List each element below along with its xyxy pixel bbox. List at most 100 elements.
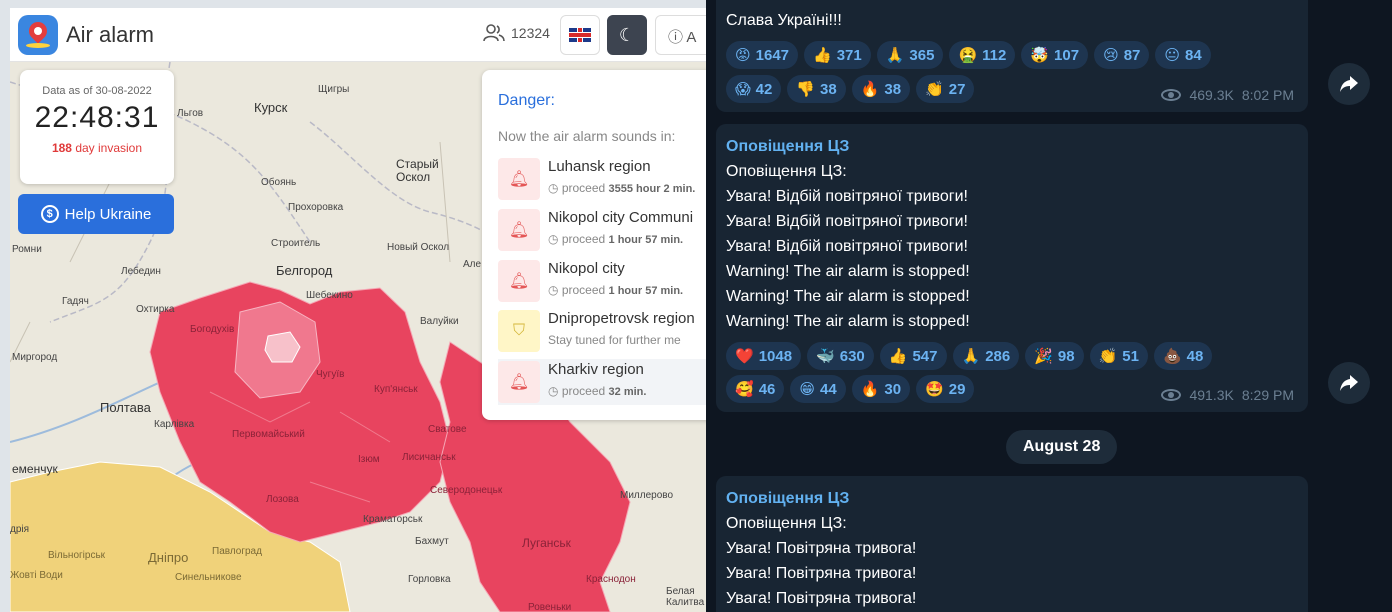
map-label-horlovka: Горловка — [408, 574, 451, 585]
map-label-bakhmut: Бахмут — [415, 536, 449, 547]
reaction-button[interactable]: 👎 38 — [787, 75, 846, 103]
forward-button[interactable] — [1328, 63, 1370, 105]
message-time: 8:02 PM — [1241, 87, 1294, 103]
message-bubble[interactable]: Оповіщення ЦЗ Оповіщення ЦЗ: Увага! Пові… — [716, 476, 1308, 612]
map-label-novy-oskol: Новый Оскол — [387, 242, 450, 253]
help-ukraine-button[interactable]: $ Help Ukraine — [18, 194, 174, 234]
message-text: Увага! Відбій повітряної тривоги! — [726, 238, 968, 255]
message-author: Оповіщення ЦЗ — [726, 490, 850, 507]
alarm-item[interactable]: 🔔︎ Luhansk region ◷ proceed 3555 hour 2 … — [498, 156, 706, 202]
message-meta: 491.3K 8:29 PM — [1161, 387, 1294, 403]
map-label-romny: Ромни — [12, 244, 42, 255]
reaction-button[interactable]: 🤩 29 — [916, 375, 975, 403]
bell-icon: 🔔︎ — [498, 158, 540, 200]
alarm-duration: ◷ proceed 1 hour 57 min. — [548, 283, 684, 297]
map-label-kursk: Курск — [254, 100, 288, 115]
message-text: Warning! The air alarm is stopped! — [726, 263, 970, 280]
air-alarm-app: Air alarm 12324 ☾ ⓘ A Курск Льгов Щигры … — [10, 8, 706, 612]
map-label-lysychansk: Лисичанськ — [402, 452, 456, 463]
about-button[interactable]: ⓘ A — [655, 15, 706, 55]
map-label-zhovti-vody: Жовті Води — [10, 570, 63, 581]
bell-icon: 🔔︎ — [498, 361, 540, 403]
map-label-pavlohrad: Павлоград — [212, 546, 262, 557]
reaction-button[interactable]: 💩 48 — [1153, 342, 1213, 370]
message-text: Увага! Відбій повітряної тривоги! — [726, 188, 968, 205]
reaction-button[interactable]: 👍 371 — [804, 41, 871, 69]
alarm-item[interactable]: 🔔︎ Kharkiv region ◷ proceed 32 min. — [498, 359, 706, 405]
alarm-region-name: Luhansk region — [548, 158, 651, 175]
reaction-button[interactable]: 🔥 38 — [851, 75, 911, 103]
users-icon — [483, 24, 505, 42]
danger-title: Danger: — [498, 92, 555, 109]
reaction-button[interactable]: 👍 547 — [879, 342, 947, 370]
about-label: A — [686, 29, 697, 46]
map-label-krasnodon: Краснодон — [586, 574, 636, 585]
reaction-button[interactable]: 🤯 107 — [1021, 41, 1089, 69]
reaction-button[interactable]: 🎉 98 — [1025, 342, 1084, 370]
message-text: Увага! Повітряна тривога! — [726, 565, 917, 582]
map-label-oboyan: Обоянь — [261, 177, 297, 188]
alarm-duration: ◷ proceed 1 hour 57 min. — [548, 232, 684, 246]
alarm-item[interactable]: 🔔︎ Nikopol city Communi ◷ proceed 1 hour… — [498, 207, 706, 253]
reaction-button[interactable]: 🐳 630 — [807, 342, 874, 370]
app-title: Air alarm — [66, 22, 155, 47]
clock-icon: ◷ — [548, 232, 559, 246]
map-label-dnipro: Дніпро — [148, 550, 189, 565]
reaction-button[interactable]: 👏 51 — [1089, 342, 1148, 370]
telegram-channel: Слава Україні!!! 😡 1647 👍 371 🙏 365 🤮 112 🤯 1… — [706, 0, 1392, 612]
reaction-button[interactable]: 🙏 286 — [952, 342, 1020, 370]
language-button[interactable] — [560, 15, 600, 55]
message-meta: 469.3K 8:02 PM — [1161, 87, 1294, 103]
moon-icon: ☾ — [618, 24, 636, 45]
map-label-lebedin: Лебедин — [121, 266, 161, 277]
alarm-item[interactable]: ⛉ Dnipropetrovsk region Stay tuned for f… — [498, 308, 706, 354]
map-pin-icon — [25, 18, 51, 44]
map-label-ala: Але — [463, 259, 482, 270]
view-count: 469.3K — [1189, 87, 1234, 103]
alarm-region-name: Nikopol city Communi — [548, 209, 694, 226]
forward-button[interactable] — [1328, 362, 1370, 404]
app-header: Air alarm 12324 ☾ ⓘ A — [10, 8, 706, 62]
map-label-bohodukhiv: Богодухів — [190, 324, 235, 335]
reaction-button[interactable]: 😐 84 — [1155, 41, 1211, 69]
message-bubble[interactable]: Оповіщення ЦЗ Оповіщення ЦЗ: Увага! Відб… — [716, 124, 1308, 412]
reaction-button[interactable]: 😁 44 — [790, 375, 846, 403]
eye-icon — [1161, 389, 1182, 401]
message-text: Увага! Повітряна тривога! — [726, 590, 917, 607]
map-label-myrhorod: Миргород — [12, 352, 58, 363]
reaction-button[interactable]: 🔥 30 — [851, 375, 911, 403]
map-label-kramatorsk: Краматорськ — [363, 514, 423, 525]
map-label-gadyach: Гадяч — [62, 296, 89, 307]
clock-icon: ◷ — [548, 181, 559, 195]
map-label-lgov: Льгов — [177, 108, 204, 119]
reaction-button[interactable]: 🥰 46 — [726, 375, 785, 403]
eye-icon — [1161, 89, 1182, 101]
invasion-days: 188 — [51, 141, 72, 155]
reaction-button[interactable]: ❤️ 1048 — [726, 342, 802, 370]
app-logo[interactable] — [18, 15, 58, 55]
map-label-dria: дрія — [10, 524, 30, 535]
message-text: Оповіщення ЦЗ: — [726, 163, 847, 180]
message-bubble[interactable]: Слава Україні!!! 😡 1647 👍 371 🙏 365 🤮 112 🤯 1… — [716, 0, 1308, 112]
map-label-lozova: Лозова — [266, 494, 299, 505]
current-time: 22:48:31 — [34, 101, 160, 134]
alarm-item[interactable]: 🔔︎ Nikopol city ◷ proceed 1 hour 57 min. — [498, 258, 706, 304]
reaction-button[interactable]: 👏 27 — [916, 75, 975, 103]
map-label-luhansk: Луганськ — [522, 536, 571, 550]
reaction-button[interactable]: 😢 87 — [1094, 41, 1150, 69]
reaction-button[interactable]: 😱 42 — [726, 75, 782, 103]
reaction-button[interactable]: 🤮 112 — [949, 41, 1016, 69]
map-label-poltava: Полтава — [100, 400, 151, 415]
map-label-prokhorovka: Прохоровка — [288, 202, 344, 213]
clock-card: Data as of 30-08-2022 22:48:31 188 day i… — [20, 70, 174, 184]
reaction-button[interactable]: 😡 1647 — [726, 41, 799, 69]
reaction-button[interactable]: 🙏 365 — [876, 41, 944, 69]
map-label-kremenchuk: еменчук — [12, 462, 58, 476]
map-label-synelnykove: Синельникове — [175, 572, 242, 583]
info-icon: ⓘ — [668, 29, 684, 46]
alarm-duration: ◷ proceed 3555 hour 2 min. — [548, 181, 696, 195]
bell-icon: 🔔︎ — [498, 209, 540, 251]
theme-toggle-button[interactable]: ☾ — [607, 15, 647, 55]
users-count: 12324 — [511, 25, 550, 41]
map-label-shchigry: Щигры — [318, 84, 350, 95]
